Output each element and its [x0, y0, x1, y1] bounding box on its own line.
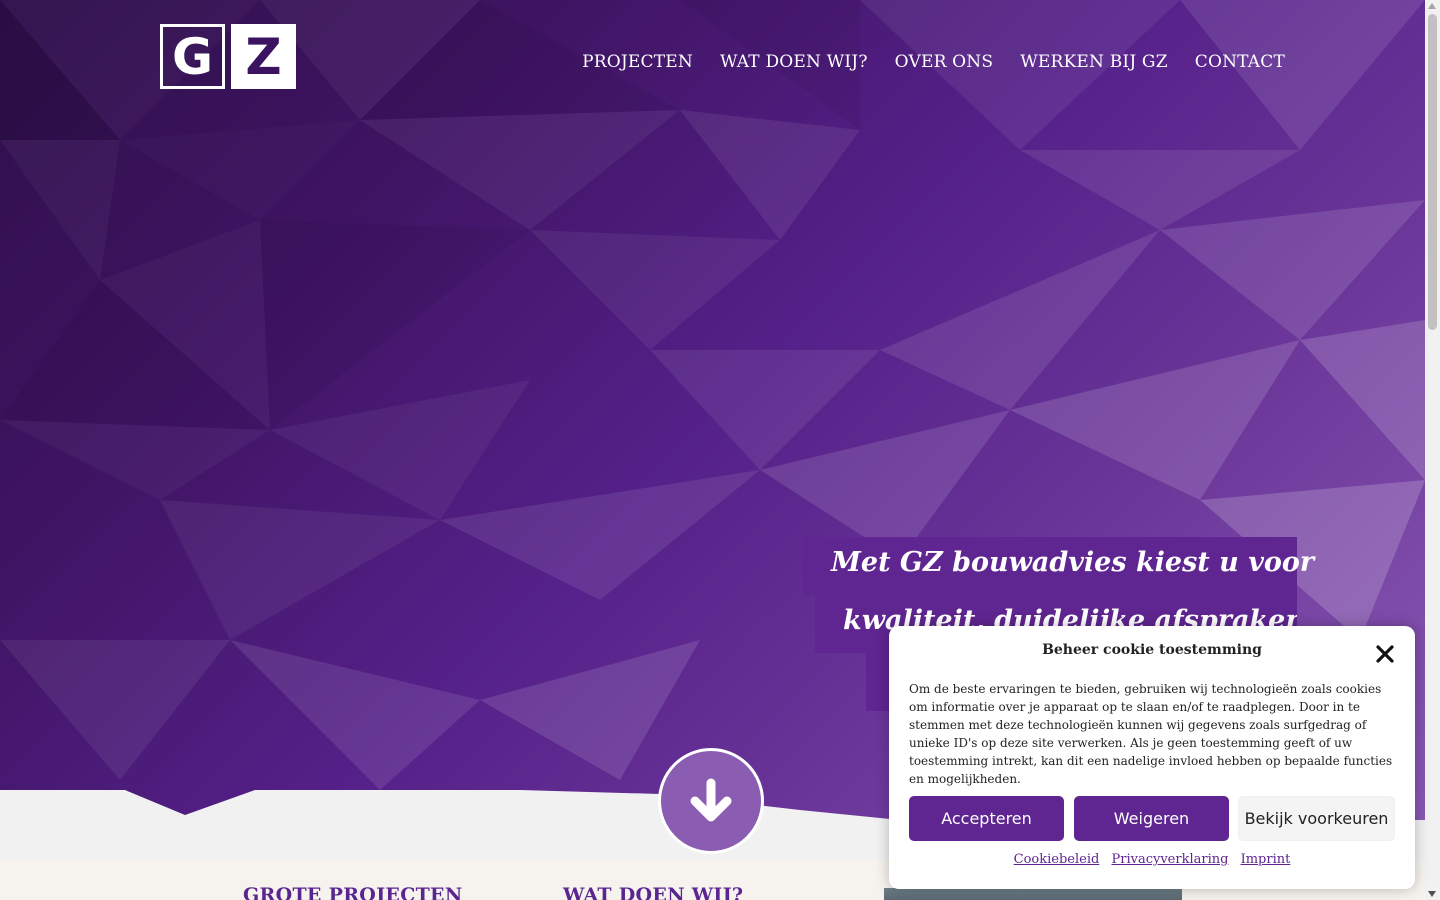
scrollbar-thumb[interactable]: [1428, 14, 1437, 330]
close-icon[interactable]: [1373, 642, 1397, 666]
cookie-links: Cookiebeleid Privacyverklaring Imprint: [889, 852, 1415, 867]
heading-wat-doen-wij: WAT DOEN WIJ?: [563, 884, 744, 900]
gz-logo[interactable]: G Z: [160, 24, 296, 89]
nav-wat-doen-wij[interactable]: WAT DOEN WIJ?: [720, 52, 868, 72]
scroll-down-arrow-icon[interactable]: [1428, 891, 1436, 897]
cookie-message: Om de beste ervaringen te bieden, gebrui…: [909, 682, 1393, 786]
arrow-down-icon: [690, 778, 732, 822]
logo-letter-g: G: [160, 24, 225, 89]
tagline-line-1: Met GZ bouwadvies kiest u voor: [803, 537, 1314, 595]
scroll-down-button[interactable]: [658, 748, 764, 854]
cookiebeleid-link[interactable]: Cookiebeleid: [1014, 852, 1100, 867]
deny-button[interactable]: Weigeren: [1074, 796, 1229, 841]
heading-grote-projecten: GROTE PROJECTEN: [243, 884, 463, 900]
view-preferences-button[interactable]: Bekijk voorkeuren: [1238, 796, 1395, 841]
privacyverklaring-link[interactable]: Privacyverklaring: [1111, 852, 1228, 867]
nav-werken-bij-gz[interactable]: WERKEN BIJ GZ: [1020, 52, 1168, 72]
project-image[interactable]: [884, 888, 1182, 900]
cookie-title: Beheer cookie toestemming: [1042, 642, 1262, 658]
logo-letter-z: Z: [231, 24, 296, 89]
page-scrollbar[interactable]: [1425, 0, 1440, 900]
imprint-link[interactable]: Imprint: [1241, 852, 1291, 867]
nav-contact[interactable]: CONTACT: [1195, 52, 1285, 72]
nav-projecten[interactable]: PROJECTEN: [582, 52, 693, 72]
accept-button[interactable]: Accepteren: [909, 796, 1064, 841]
nav-over-ons[interactable]: OVER ONS: [895, 52, 994, 72]
cookie-consent-dialog: Beheer cookie toestemming Om de beste er…: [889, 626, 1415, 889]
scroll-up-arrow-icon[interactable]: [1428, 3, 1436, 9]
main-nav: PROJECTEN WAT DOEN WIJ? OVER ONS WERKEN …: [582, 52, 1285, 72]
